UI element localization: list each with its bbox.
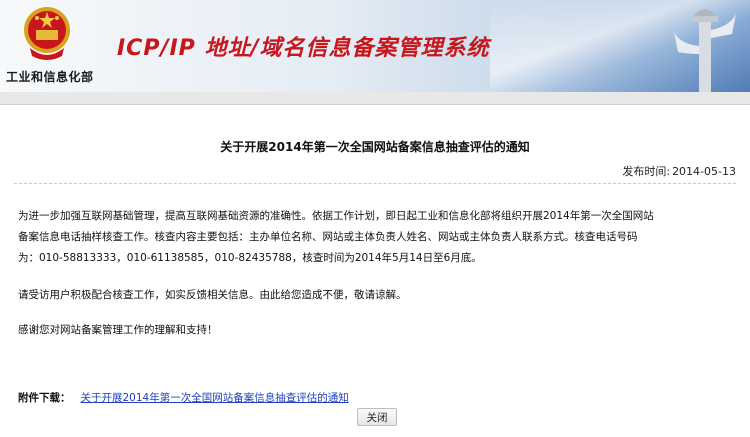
header-banner: 工业和信息化部 ICP/IP 地址/域名信息备案管理系统 — [0, 0, 750, 92]
attachment-link[interactable]: 关于开展2014年第一次全国网站备案信息抽查评估的通知 — [81, 392, 349, 404]
national-emblem-icon — [24, 7, 70, 60]
notice-paragraph: 感谢您对网站备案管理工作的理解和支持！ — [18, 324, 218, 336]
attachment-label: 附件下载： — [18, 392, 71, 404]
huabiao-pillar-icon — [674, 9, 736, 92]
publish-info: 发布时间: 2014-05-13 — [622, 163, 736, 179]
notice-title: 关于开展2014年第一次全国网站备案信息抽查评估的通知 — [220, 140, 530, 154]
close-button[interactable]: 关闭 — [357, 408, 397, 426]
publish-date: 2014-05-13 — [672, 165, 736, 178]
notice-paragraph: 为进一步加强互联网基础管理，提高互联网基础资源的准确性。依据工作计划，即日起工业… — [18, 210, 654, 264]
system-title: ICP/IP 地址/域名信息备案管理系统 — [117, 36, 490, 61]
ministry-name: 工业和信息化部 — [6, 70, 94, 84]
publish-label: 发布时间: — [622, 165, 671, 178]
notice-card: 关于开展2014年第一次全国网站备案信息抽查评估的通知 发布时间: 2014-05… — [0, 104, 750, 437]
divider — [14, 183, 736, 184]
attachment-row: 附件下载： 关于开展2014年第一次全国网站备案信息抽查评估的通知 — [18, 390, 349, 405]
notice-paragraph: 请受访用户积极配合核查工作，如实反馈相关信息。由此给您造成不便，敬请谅解。 — [18, 289, 407, 301]
